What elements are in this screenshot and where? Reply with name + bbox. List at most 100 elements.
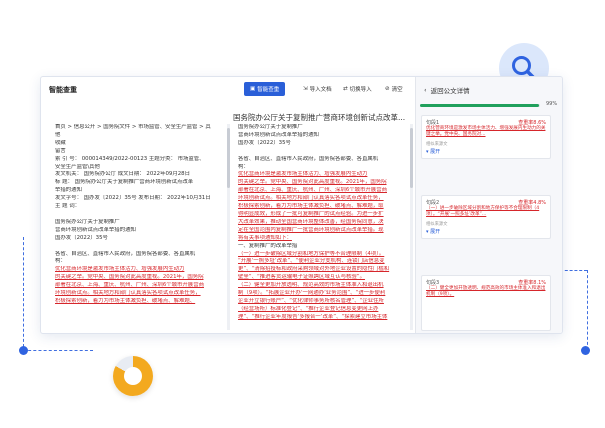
card-rate: 查重率8.6% bbox=[518, 120, 546, 126]
document-line: 各省、自治区、直辖市人民政府，国务院各部委、各直属机 bbox=[238, 155, 379, 162]
duplicate-highlight-line: 壁垒”、“推进客货运输电子证照跨区域互认与核验”。 bbox=[238, 274, 365, 281]
app-window: 智能查重 ▣ 智能查重 ⇲ 导入文档 ⇄ 切换导入 ⊘ 清空 国务院办公厅关于复… bbox=[40, 76, 563, 334]
document-line: 国务院办公厅关于复制推广 bbox=[238, 124, 303, 130]
card-id: 句段2 bbox=[426, 200, 440, 206]
check-progress-bar bbox=[420, 104, 540, 107]
document-line: 收藏 bbox=[55, 139, 66, 146]
scrollbar-thumb[interactable] bbox=[410, 128, 413, 188]
duplicate-highlight-line: 优化营商环境是激发市场主体活力、增强发展内生动力 bbox=[238, 171, 368, 178]
card-text: 优化营商环境是激发市场主体活力、增强发展内生动力的关键之举。党中央、国务院对..… bbox=[426, 126, 546, 138]
duplicate-highlight-line: 理”、“推行企业年度报告‘多报合一’改革”、“探索建立市场主体 bbox=[238, 313, 388, 320]
decorative-dashed-line-right bbox=[587, 270, 588, 350]
search-doc-icon: ▣ bbox=[250, 86, 256, 92]
card-rate: 查重率4.8% bbox=[518, 200, 546, 206]
document-line: 索 引 号： 000014349/2022-00123 主题分类： 市场监管、 bbox=[55, 155, 205, 162]
toolbar: 智能查重 ▣ 智能查重 ⇲ 导入文档 ⇄ 切换导入 ⊘ 清空 bbox=[41, 77, 414, 101]
document-line: 发文字号： 国办发〔2022〕35号 发布日期： 2022年10月31日 bbox=[55, 195, 211, 202]
result-card[interactable]: 句段1 查重率8.6% 优化营商环境是激发市场主体活力、增强发展内生动力的关键之… bbox=[421, 115, 551, 159]
duplicate-highlight-line: 积极探索创新，着力为市场主体减负担、破堵点、解难题、 bbox=[55, 297, 196, 304]
duplicate-highlight-line: 更”、“清除招投标和政府采购领域对外地企业设置的隐性门槛和 bbox=[238, 266, 390, 273]
duplicate-highlight-line: 企业开立银行账户”、“优化律师事务所核名管理”、“企业住所 bbox=[238, 297, 384, 304]
clear-icon: ⊘ bbox=[385, 86, 390, 92]
document-line: 主 题 词： bbox=[55, 203, 80, 210]
card-rate: 查重率8.1% bbox=[518, 280, 546, 286]
import-document-button[interactable]: ⇲ 导入文档 bbox=[303, 82, 332, 96]
duplicate-highlight-line: 得明显成效，形成了一批可复制推广的试点经验。为进一步扩 bbox=[238, 210, 384, 217]
duplicate-highlight-line: 部署在北京、上海、重庆、杭州、广州、深圳6个城市开展营商 bbox=[55, 282, 204, 289]
document-line: 安全生产监管\其他 bbox=[55, 163, 100, 170]
document-line: 举措的通知 bbox=[55, 187, 82, 194]
expand-label: 展开 bbox=[430, 148, 441, 155]
switch-import-label: 切换导入 bbox=[349, 87, 372, 93]
compare-document-pane[interactable]: 国务院办公厅关于复制推广 营商环境创新试点改革举措的通知 国办发〔2022〕35号 … bbox=[238, 124, 409, 330]
decorative-dashed-line-left bbox=[23, 237, 24, 347]
back-label: 返回公文详情 bbox=[430, 87, 470, 95]
clear-button[interactable]: ⊘ 清空 bbox=[385, 82, 403, 96]
expand-link[interactable]: ▾ 展开 bbox=[426, 148, 546, 155]
duplicate-highlight-line: 定在全国范围内复制推广一批营商环境创新试点改革举措。现 bbox=[238, 226, 384, 233]
document-line: 营商环境创新试点改革举措的通知 bbox=[55, 226, 136, 233]
duplicate-highlight-line: 的关键之举。党中央、国务院对此高度重视。2021年，国务院 bbox=[55, 274, 204, 281]
result-card[interactable]: 句段2 查重率4.8% （一）进一步破除区域分割和地方保护等不合理限制（4项）。… bbox=[421, 195, 551, 239]
card-text: （一）进一步破除区域分割和地方保护等不合理限制（4项）。“开展‘一照多址’改革”… bbox=[426, 206, 540, 218]
card-text: （二）健全更加开放透明、规范高效的市场主体准入和退出机制（9项）。 bbox=[426, 286, 546, 298]
duplicate-highlight-line: 制（9项）。“拓展企业开办‘一网通办’业务范围”、“进一步便利 bbox=[238, 290, 386, 297]
duplicate-highlight-line: “开展‘一照多址’改革”、“便利企业分支机构、连锁门店信息变 bbox=[238, 258, 385, 265]
app-title: 智能查重 bbox=[49, 86, 77, 94]
duplicate-highlight-line: 的关键之举。党中央、国务院对此高度重视。2021年，国务院 bbox=[238, 179, 387, 186]
switch-icon: ⇄ bbox=[343, 86, 348, 92]
expand-link[interactable]: ▾ 展开 bbox=[426, 228, 546, 235]
decorative-dashed-line-right-top bbox=[560, 270, 587, 271]
document-line: 他 bbox=[55, 131, 61, 138]
duplicate-highlight-line: 环境创新试点。相关地方和部门认真落实各项试点改革任务， bbox=[238, 195, 384, 202]
duplicate-highlight-line: （一）进一步破除区域分割和地方保护等不合理限制（4项）。 bbox=[238, 250, 385, 257]
document-line: 标 题： 国务院办公厅关于复制推广营商环境创新试点改革 bbox=[55, 179, 194, 186]
expand-label: 展开 bbox=[430, 228, 441, 235]
mid-pane-scrollbar[interactable] bbox=[410, 124, 413, 330]
decorative-dot bbox=[581, 346, 590, 355]
import-icon: ⇲ bbox=[303, 86, 308, 92]
document-line: 一、复制推广的改革举措 bbox=[238, 242, 298, 249]
result-card[interactable]: 句段3 查重率8.1% （二）健全更加开放透明、规范高效的市场主体准入和退出机制… bbox=[421, 275, 551, 331]
switch-import-button[interactable]: ⇄ 切换导入 bbox=[343, 82, 372, 96]
duplicate-highlight-line: 优化营商环境是激发市场主体活力、增强发展内生动力 bbox=[55, 266, 185, 273]
document-line: 首页 > 信息公开 > 国务院文件 > 市场监管、安全生产监管 > 其 bbox=[55, 124, 211, 130]
decorative-dot bbox=[19, 346, 28, 355]
import-document-label: 导入文档 bbox=[309, 87, 332, 93]
document-line: 营商环境创新试点改革举措的通知 bbox=[238, 131, 319, 138]
document-line: 构： bbox=[55, 258, 66, 265]
duplicate-highlight-line: 环境创新试点。相关地方和部门认真落实各项试点改革任务， bbox=[55, 290, 201, 297]
clear-label: 清空 bbox=[391, 87, 403, 93]
document-line: 国务院办公厅关于复制推广 bbox=[55, 218, 120, 225]
check-duplicate-label: 智能查重 bbox=[257, 87, 280, 93]
duplicate-highlight-line: （经营场所）标准化登记”、“推行企业登记信息变更网上办 bbox=[238, 305, 379, 312]
progress-label: 99% bbox=[546, 101, 558, 107]
document-line: 各省、自治区、直辖市人民政府，国务院各部委、各直属机 bbox=[55, 250, 196, 257]
scrollbar-thumb[interactable] bbox=[227, 128, 230, 188]
left-pane-scrollbar[interactable] bbox=[227, 124, 230, 330]
document-title: 国务院办公厅关于复制推广营商环境创新试点改革... bbox=[233, 113, 406, 122]
progress-fill bbox=[420, 104, 539, 107]
result-side-panel: ‹ 返回公文详情 99% 句段1 查重率8.6% 优化营商环境是激发市场主体活力… bbox=[415, 77, 562, 333]
back-to-detail-link[interactable]: ‹ 返回公文详情 bbox=[424, 85, 470, 95]
document-line: 留言 bbox=[55, 147, 66, 154]
source-document-pane[interactable]: 首页 > 信息公开 > 国务院文件 > 市场监管、安全生产监管 > 其他收藏 留言… bbox=[55, 124, 225, 330]
document-line: 国办发〔2022〕35号 bbox=[238, 139, 291, 146]
card-source: 相似来源文 bbox=[426, 141, 448, 147]
decorative-dashed-line-bottom bbox=[23, 350, 93, 351]
chevron-left-icon: ‹ bbox=[424, 86, 427, 94]
duplicate-highlight-line: 部署在北京、上海、重庆、杭州、广州、深圳6个城市开展营商 bbox=[238, 187, 387, 194]
duplicate-highlight-line: 大改革效果，推动全国营商环境整体改善，经国务院同意，决 bbox=[238, 218, 384, 225]
check-duplicate-button[interactable]: ▣ 智能查重 bbox=[244, 82, 286, 96]
card-id: 句段3 bbox=[426, 280, 440, 286]
pie-chart-icon bbox=[113, 356, 153, 396]
document-line: 国办发〔2022〕35号 bbox=[55, 234, 108, 241]
duplicate-highlight-line: 将有关事项通知如下： bbox=[238, 234, 292, 241]
duplicate-highlight-line: （二）健全更加开放透明、规范高效的市场主体准入和退出机 bbox=[238, 282, 384, 289]
card-id: 句段1 bbox=[426, 120, 440, 126]
duplicate-highlight-line: 积极探索创新，着力为市场主体减负担、破堵点、解难题，取 bbox=[238, 203, 384, 210]
document-line: 构： bbox=[238, 163, 249, 170]
